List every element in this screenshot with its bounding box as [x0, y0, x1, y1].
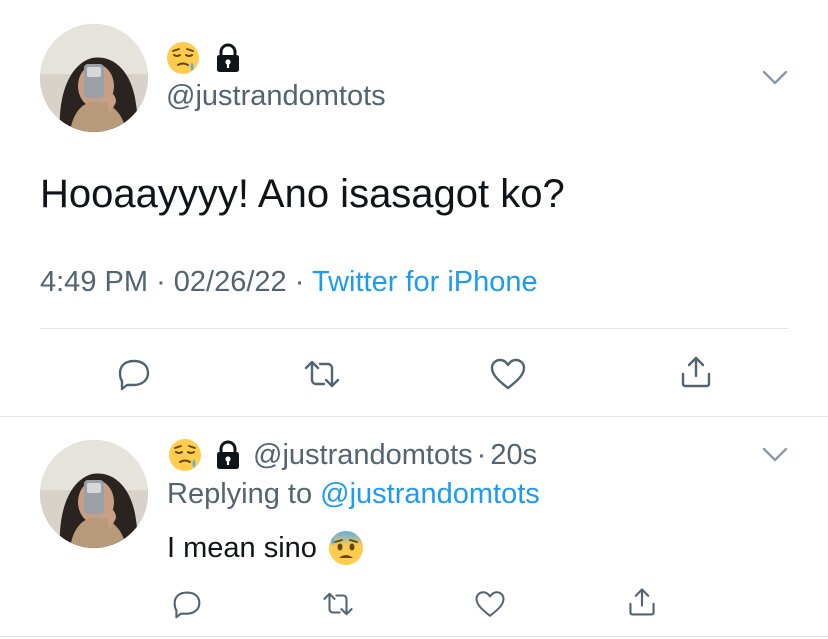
reply-icon — [118, 359, 150, 391]
tweet-meta: 4:49 PM · 02/26/22 · Twitter for iPhone — [40, 266, 538, 299]
mention-link[interactable]: @justrandomtots — [320, 478, 540, 510]
sleepy-face-emoji — [169, 439, 201, 471]
tweet-time: 4:49 PM — [40, 266, 148, 298]
reply-text: I mean sino — [167, 526, 365, 570]
tweet-source-link[interactable]: Twitter for iPhone — [312, 266, 538, 298]
divider — [40, 328, 788, 329]
user-handle[interactable]: @justrandomtots — [166, 80, 386, 113]
meta-separator: · — [156, 266, 166, 298]
avatar-photo — [40, 24, 148, 132]
tweet-thread: @justrandomtots Hooaayyyy! Ano isasagot … — [0, 0, 828, 639]
tweet-text: Hooaayyyy! Ano isasagot ko? — [40, 172, 565, 216]
retweet-button[interactable] — [318, 584, 358, 624]
retweet-button[interactable] — [300, 352, 344, 396]
reply-header: @justrandomtots · 20s — [167, 434, 537, 476]
meta-separator: · — [294, 266, 305, 298]
chevron-down-icon[interactable] — [762, 447, 788, 463]
user-handle[interactable]: @justrandomtots — [253, 439, 473, 472]
like-icon — [490, 358, 526, 390]
retweet-icon — [304, 360, 340, 388]
tweet-age: 20s — [490, 438, 538, 471]
avatar[interactable] — [40, 440, 148, 548]
sleepy-face-emoji — [167, 42, 199, 74]
share-button[interactable] — [622, 582, 662, 622]
share-icon — [629, 588, 655, 616]
reply-button[interactable] — [112, 352, 156, 396]
like-icon — [475, 591, 505, 617]
chevron-down-icon[interactable] — [762, 70, 788, 86]
like-button[interactable] — [486, 352, 530, 396]
lock-icon — [217, 43, 239, 72]
share-button[interactable] — [674, 350, 718, 394]
reply-button[interactable] — [167, 584, 207, 624]
lock-icon — [217, 440, 239, 469]
like-button[interactable] — [470, 584, 510, 624]
anxious-face-with-sweat-emoji — [328, 531, 363, 565]
display-name[interactable] — [165, 38, 243, 78]
reply-icon — [173, 591, 201, 619]
replying-to: Replying to @justrandomtots — [167, 478, 540, 511]
avatar-photo — [40, 440, 148, 548]
share-icon — [681, 356, 711, 388]
divider — [0, 636, 828, 637]
divider — [0, 416, 828, 417]
replying-prefix: Replying to — [167, 478, 313, 510]
tweet-text: I mean sino — [167, 531, 317, 564]
avatar[interactable] — [40, 24, 148, 132]
retweet-icon — [323, 592, 353, 616]
tweet-date: 02/26/22 — [173, 266, 287, 298]
meta-separator: · — [476, 438, 487, 471]
